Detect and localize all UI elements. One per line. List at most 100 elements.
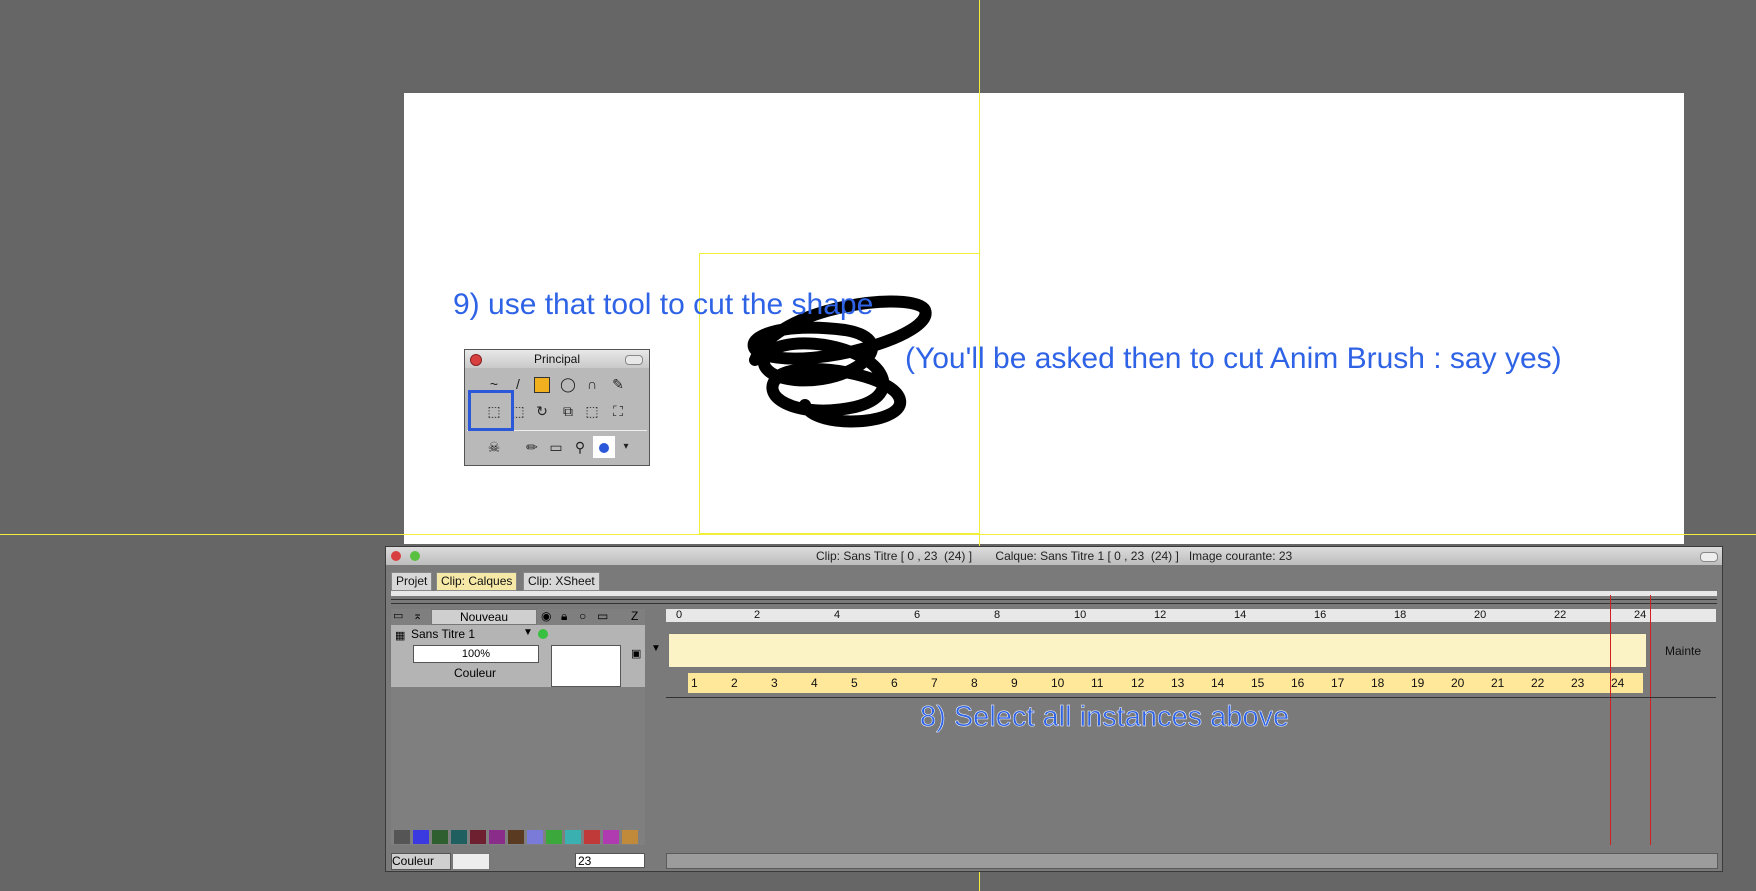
bezier-icon[interactable]: ∩ [581, 373, 603, 395]
crop-icon[interactable]: ⬚ [581, 400, 603, 422]
annotation-step8: 8) Select all instances above [920, 701, 1290, 734]
close-button[interactable] [391, 551, 401, 561]
frame-icon[interactable]: ▭ [597, 609, 608, 623]
lock-icon[interactable]: 🔒︎ [561, 609, 567, 624]
swatch[interactable] [451, 830, 467, 844]
instance-track[interactable] [668, 633, 1647, 668]
frame-number: 22 [1531, 676, 1545, 690]
layer-panel: ▭ ⌅ Nouveau ◉ 🔒︎ ○ ▭ Z ▦ Sans Titre 1 ▼ … [391, 609, 645, 845]
swatch[interactable] [546, 830, 562, 844]
current-frame-field[interactable]: 23 [575, 853, 645, 868]
frame-number: 2 [731, 676, 738, 690]
transform-icon[interactable]: ⧉ [557, 400, 579, 422]
track-expand-icon[interactable]: ▼ [651, 643, 661, 654]
ruler-tick: 22 [1554, 609, 1567, 621]
frame-number: 17 [1331, 676, 1345, 690]
swatch[interactable] [394, 830, 410, 844]
frame-number: 4 [811, 676, 818, 690]
frame-ruler[interactable]: 0 2 4 6 8 10 12 14 16 18 20 22 24 [666, 609, 1716, 622]
ruler-tick: 0 [676, 609, 683, 621]
swap-colors-icon[interactable]: ▾ [615, 436, 637, 458]
playhead-start[interactable] [1610, 595, 1611, 845]
palette-collapse-button[interactable] [625, 355, 643, 365]
ruler-tick: 18 [1394, 609, 1407, 621]
rectangle-icon[interactable] [531, 373, 553, 395]
frame-number: 18 [1371, 676, 1385, 690]
frame-number: 21 [1491, 676, 1505, 690]
swatch[interactable] [508, 830, 524, 844]
frame-number: 19 [1411, 676, 1425, 690]
tab-clip-xsheet[interactable]: Clip: XSheet [523, 572, 600, 591]
frame-number: 23 [1571, 676, 1585, 690]
color-preview [452, 853, 490, 870]
frame-number: 24 [1611, 676, 1625, 690]
folder-icon[interactable]: ▭ [393, 609, 409, 623]
tab-clip-calques[interactable]: Clip: Calques [436, 572, 518, 591]
swatch[interactable] [527, 830, 543, 844]
frame-number: 13 [1171, 676, 1185, 690]
color-swatch-icon[interactable] [593, 436, 615, 458]
track-divider [666, 697, 1716, 698]
camera-icon[interactable]: ⛶ [607, 400, 629, 422]
palette-title: Principal [465, 350, 649, 368]
tab-projet[interactable]: Projet [391, 572, 433, 591]
swatch[interactable] [603, 830, 619, 844]
ruler-tick: 4 [834, 609, 841, 621]
ruler-tick: 6 [914, 609, 921, 621]
toolbar-divider [391, 599, 1717, 604]
pencil-icon[interactable]: ✏ [521, 436, 543, 458]
swatch[interactable] [413, 830, 429, 844]
ellipse-icon[interactable]: ◯ [557, 373, 579, 395]
light-icon[interactable]: ○ [579, 609, 586, 623]
frame-number: 12 [1131, 676, 1145, 690]
ruler-tick: 16 [1314, 609, 1327, 621]
opacity-field[interactable]: 100% [413, 645, 539, 663]
timeline-titlebar: Clip: Sans Titre [ 0 , 23 (24) ] Calque:… [386, 547, 1722, 565]
brush-icon[interactable]: ✎ [607, 373, 629, 395]
rotate-icon[interactable]: ↻ [531, 400, 553, 422]
mask-icon[interactable]: ▣ [631, 647, 641, 660]
layer-thumbnail [551, 645, 621, 687]
playhead-end[interactable] [1650, 595, 1651, 845]
swatch[interactable] [565, 830, 581, 844]
track-right-label: Mainte [1665, 644, 1702, 658]
zoom-button[interactable] [410, 551, 420, 561]
new-layer-icon[interactable]: ⌅ [413, 609, 429, 623]
tab-strip-divider [391, 591, 1717, 596]
ruler-tick: 8 [994, 609, 1001, 621]
skull-icon[interactable]: ☠ [483, 436, 505, 458]
frame-number: 20 [1451, 676, 1465, 690]
z-label: Z [631, 609, 639, 623]
ruler-tick: 12 [1154, 609, 1167, 621]
timeline-title: Clip: Sans Titre [ 0 , 23 (24) ] Calque:… [816, 549, 1293, 563]
frame-number-strip[interactable]: 1 2 3 4 5 6 7 8 9 10 11 12 13 14 15 16 1… [688, 673, 1643, 693]
new-layer-button[interactable]: Nouveau [431, 609, 537, 625]
horizontal-scrollbar[interactable] [666, 853, 1718, 869]
ruler-tick: 10 [1074, 609, 1087, 621]
eyedropper-icon[interactable]: ⚲ [569, 436, 591, 458]
ruler-tick: 24 [1634, 609, 1647, 621]
ruler-tick: 14 [1234, 609, 1247, 621]
visibility-icon[interactable]: ◉ [541, 609, 551, 623]
bottom-mode-select[interactable]: Couleur [391, 853, 451, 870]
blend-mode-select[interactable]: Couleur [413, 665, 537, 681]
layer-menu-icon[interactable]: ▼ [523, 627, 533, 638]
swatch[interactable] [470, 830, 486, 844]
frame-number: 7 [931, 676, 938, 690]
swatch[interactable] [584, 830, 600, 844]
ruler-tick: 20 [1474, 609, 1487, 621]
collapse-button[interactable] [1700, 552, 1718, 562]
eraser-icon[interactable]: ▭ [545, 436, 567, 458]
frame-number: 16 [1291, 676, 1305, 690]
swatch[interactable] [489, 830, 505, 844]
frame-number: 15 [1251, 676, 1265, 690]
frame-number: 1 [691, 676, 698, 690]
palette-close-button[interactable] [470, 354, 482, 366]
swatch[interactable] [432, 830, 448, 844]
frame-number: 10 [1051, 676, 1065, 690]
layer-row[interactable]: ▦ Sans Titre 1 ▼ 100% Couleur ▣ [391, 625, 645, 687]
swatch[interactable] [622, 830, 638, 844]
visible-dot-icon[interactable] [538, 629, 548, 639]
layer-name[interactable]: Sans Titre 1 [411, 627, 475, 641]
annotation-step9-note: (You'll be asked then to cut Anim Brush … [905, 342, 1562, 375]
